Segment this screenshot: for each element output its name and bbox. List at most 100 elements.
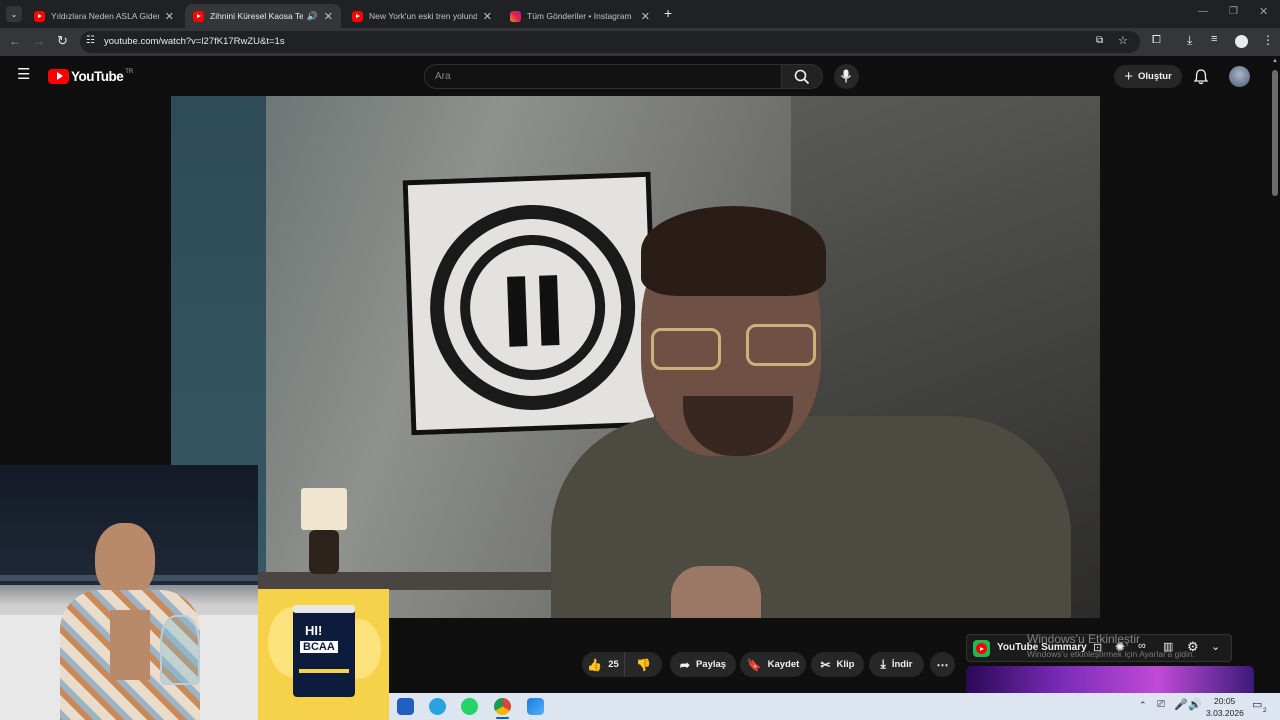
video-player[interactable] xyxy=(171,96,1100,618)
ad-product: BCAA xyxy=(300,641,338,653)
close-icon[interactable]: ✕ xyxy=(324,10,333,23)
close-icon[interactable]: ✕ xyxy=(641,10,650,23)
lamp-shade xyxy=(301,488,347,530)
like-button[interactable]: 👍 25 xyxy=(582,652,624,677)
picture-in-picture-video[interactable] xyxy=(0,465,258,720)
clip-button[interactable]: ✂ Klip xyxy=(811,652,864,677)
whatsapp-icon[interactable] xyxy=(461,698,478,715)
youtube-logo[interactable]: YouTube TR xyxy=(48,68,133,84)
close-icon[interactable]: ✕ xyxy=(483,10,492,23)
profile-icon[interactable] xyxy=(1235,35,1248,48)
tab-1[interactable]: Yıldızlara Neden ASLA Gidemey ✕ xyxy=(26,4,182,28)
tab-title: Zihnini Küresel Kaosa Teslim xyxy=(210,11,303,21)
search-box[interactable]: Ara xyxy=(424,64,782,89)
tab-strip: ⌄ Yıldızlara Neden ASLA Gidemey ✕ Zihnin… xyxy=(0,0,1280,28)
chrome-icon[interactable] xyxy=(494,698,511,715)
ad-product-jar: HI! BCAA xyxy=(293,605,355,697)
page-scrollbar[interactable]: ▲ xyxy=(1270,56,1280,693)
address-bar[interactable]: ☷ youtube.com/watch?v=l27fK17RwZU&t=1s ⧉… xyxy=(80,31,1140,53)
summary-logo-icon xyxy=(973,640,990,657)
notifications-icon[interactable]: ▭ xyxy=(1252,698,1262,711)
notification-count: 2 xyxy=(1263,707,1267,714)
create-button[interactable]: + Oluştur xyxy=(1114,65,1182,88)
back-icon[interactable]: ← xyxy=(9,34,21,48)
search-placeholder: Ara xyxy=(435,71,451,82)
pip-wine-glass xyxy=(160,615,200,685)
thumbs-up-icon: 👍 xyxy=(587,657,603,672)
minimize-button[interactable]: — xyxy=(1198,6,1208,17)
avatar[interactable] xyxy=(1229,66,1250,87)
maximize-button[interactable]: ❐ xyxy=(1229,6,1238,17)
download-label: İndir xyxy=(891,659,913,670)
save-button[interactable]: 🔖 Kaydet xyxy=(740,652,806,677)
chevron-down-icon[interactable]: ⌄ xyxy=(1211,640,1220,653)
download-icon[interactable]: ⤓ xyxy=(1187,33,1192,48)
reload-icon[interactable]: ↻ xyxy=(57,33,68,49)
person-hoodie xyxy=(551,416,1071,618)
new-tab-button[interactable]: + xyxy=(664,6,672,20)
install-icon[interactable]: ⧉ xyxy=(1096,35,1103,46)
trello-icon[interactable] xyxy=(397,698,414,715)
activation-watermark-subtitle: Windows'u etkinleştirmek için Ayarlar'a … xyxy=(1027,649,1195,659)
tab-title: New York'un eski tren yolunda xyxy=(369,11,477,21)
image-viewer-icon[interactable] xyxy=(527,698,544,715)
chevron-down-icon: ⌄ xyxy=(10,9,18,19)
ad-brand: HI! xyxy=(305,623,323,638)
shelf xyxy=(251,572,571,590)
close-icon[interactable]: ✕ xyxy=(165,10,174,23)
activation-watermark-title: Windows'u Etkinleştir xyxy=(1027,632,1140,646)
scissors-icon: ✂ xyxy=(820,657,831,672)
tab-4[interactable]: Tüm Gönderiler • Instagram ✕ xyxy=(502,4,658,28)
clock-time[interactable]: 20:05 xyxy=(1214,696,1235,706)
telegram-icon[interactable] xyxy=(429,698,446,715)
scrollbar-thumb[interactable] xyxy=(1272,70,1278,196)
bookmark-icon: 🔖 xyxy=(746,657,762,672)
tab-2[interactable]: Zihnini Küresel Kaosa Teslim 🔊 ✕ xyxy=(185,4,341,28)
youtube-header: ☰ YouTube TR Ara + Oluştur xyxy=(0,56,1280,96)
share-button[interactable]: ➦ Paylaş xyxy=(670,652,736,677)
tab-search-button[interactable]: ⌄ xyxy=(6,6,22,22)
download-button[interactable]: ⤓ İndir xyxy=(869,652,924,677)
tab-title: Yıldızlara Neden ASLA Gidemey xyxy=(51,11,159,21)
more-actions-button[interactable]: ⋯ xyxy=(930,652,955,677)
person-hand xyxy=(671,566,761,618)
site-info-icon[interactable]: ☷ xyxy=(86,35,95,46)
chrome-menu-icon[interactable]: ⋮ xyxy=(1262,33,1274,47)
extensions-icon[interactable]: ⧠ xyxy=(1152,34,1161,47)
plus-icon: + xyxy=(1124,67,1133,85)
ad-banner[interactable]: HI! BCAA xyxy=(258,589,389,720)
bookmark-star-icon[interactable]: ☆ xyxy=(1118,34,1128,47)
notification-bell-icon[interactable] xyxy=(1194,69,1208,85)
like-count: 25 xyxy=(608,659,619,670)
network-icon[interactable]: ⎚ xyxy=(1157,699,1165,710)
thumbs-down-icon: 👎 xyxy=(636,657,651,672)
instagram-icon xyxy=(510,10,521,22)
chrome-active-indicator xyxy=(496,717,509,719)
pip-person xyxy=(40,495,210,720)
forward-icon[interactable]: → xyxy=(33,34,45,48)
show-hidden-icons[interactable]: ⌃ xyxy=(1139,700,1147,711)
youtube-logo-text: YouTube xyxy=(71,68,124,84)
search-button[interactable] xyxy=(781,64,823,89)
region-code: TR xyxy=(125,68,134,75)
microphone-icon[interactable]: 🎤 xyxy=(1174,698,1188,711)
close-window-button[interactable]: ✕ xyxy=(1259,5,1268,18)
save-label: Kaydet xyxy=(767,659,800,670)
download-icon: ⤓ xyxy=(880,657,886,671)
scroll-up-icon[interactable]: ▲ xyxy=(1272,58,1278,64)
more-horiz-icon: ⋯ xyxy=(936,657,949,672)
person-hair xyxy=(641,206,826,296)
tab-3[interactable]: New York'un eski tren yolunda ✕ xyxy=(344,4,500,28)
dislike-button[interactable]: 👎 xyxy=(624,652,662,677)
youtube-logo-icon xyxy=(48,68,69,84)
share-icon: ➦ xyxy=(679,657,690,672)
media-controls-icon[interactable]: ≡ xyxy=(1211,33,1217,45)
glasses-left-lens xyxy=(651,328,721,370)
volume-icon[interactable]: 🔊 xyxy=(1188,698,1202,711)
microphone-icon xyxy=(840,69,852,83)
youtube-icon xyxy=(352,10,363,22)
clock-date[interactable]: 3.03.2026 xyxy=(1206,708,1244,718)
voice-search-button[interactable] xyxy=(834,64,859,89)
speaker-icon[interactable]: 🔊 xyxy=(307,11,318,22)
menu-icon[interactable]: ☰ xyxy=(17,67,30,82)
